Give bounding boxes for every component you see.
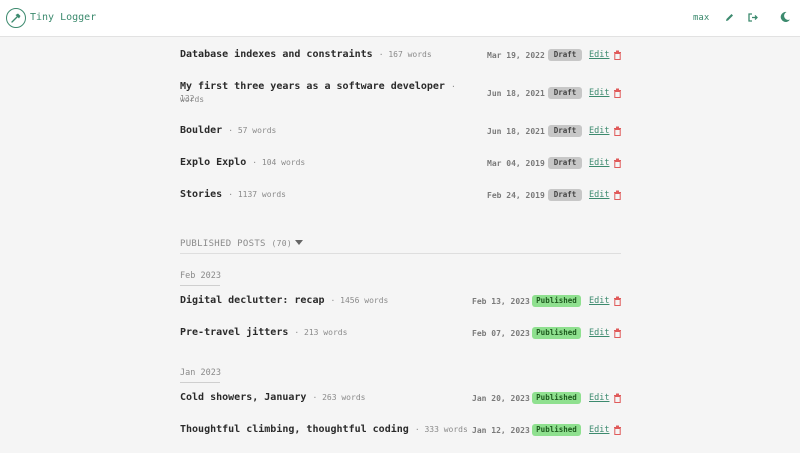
status-badge: Published [532, 295, 581, 307]
app-title[interactable]: Tiny Logger [30, 12, 96, 23]
post-title[interactable]: Boulder · 57 words [180, 125, 276, 136]
post-title[interactable]: Thoughtful climbing, thoughtful coding ·… [180, 424, 468, 435]
trash-icon[interactable] [613, 190, 622, 200]
month-underline [180, 382, 220, 383]
word-count: · 1137 words [228, 190, 286, 199]
trash-icon[interactable] [613, 425, 622, 435]
trash-icon[interactable] [613, 126, 622, 136]
trash-icon[interactable] [613, 158, 622, 168]
word-count: · 167 words [378, 50, 432, 59]
post-title[interactable]: Cold showers, January · 263 words [180, 392, 365, 403]
post-date: Mar 04, 2019 [487, 159, 545, 168]
post-date: Mar 19, 2022 [487, 51, 545, 60]
logout-icon[interactable] [747, 11, 759, 23]
post-date: Jan 20, 2023 [472, 394, 530, 403]
published-heading-text: PUBLISHED POSTS [180, 239, 266, 249]
post-date: Feb 07, 2023 [472, 329, 530, 338]
status-badge: Published [532, 392, 581, 404]
post-title-text[interactable]: Database indexes and constraints [180, 49, 373, 60]
status-badge: Draft [548, 157, 582, 169]
word-count: · 333 words [414, 425, 468, 434]
user-link[interactable]: max [693, 13, 709, 23]
moon-icon[interactable] [779, 11, 791, 23]
edit-link[interactable]: Edit [589, 393, 609, 403]
edit-link[interactable]: Edit [589, 88, 609, 98]
status-badge: Draft [548, 125, 582, 137]
post-title-text[interactable]: Cold showers, January [180, 392, 306, 403]
word-count: · 104 words [252, 158, 306, 167]
word-count: · 57 words [228, 126, 277, 135]
caret-down-icon[interactable] [295, 240, 303, 245]
edit-link[interactable]: Edit [589, 328, 609, 338]
post-title[interactable]: Pre-travel jitters · 213 words [180, 327, 347, 338]
trash-icon[interactable] [613, 88, 622, 98]
post-date: Feb 24, 2019 [487, 191, 545, 200]
post-title-text[interactable]: Digital declutter: recap [180, 295, 325, 306]
word-count-wrap: words [180, 95, 205, 104]
post-title[interactable]: Stories · 1137 words [180, 189, 286, 200]
post-title[interactable]: Explo Explo · 104 words [180, 157, 305, 168]
post-date: Jun 18, 2021 [487, 127, 545, 136]
section-divider [180, 253, 621, 254]
published-count: (70) [271, 239, 292, 248]
post-title-text[interactable]: Thoughtful climbing, thoughtful coding [180, 424, 409, 435]
edit-link[interactable]: Edit [589, 190, 609, 200]
hammer-logo-icon[interactable] [6, 8, 26, 28]
post-title-text[interactable]: Pre-travel jitters [180, 327, 288, 338]
word-count: · 1456 words [330, 296, 389, 305]
month-heading: Jan 2023 [180, 368, 221, 378]
status-badge: Draft [548, 189, 582, 201]
status-badge: Published [532, 327, 581, 339]
trash-icon[interactable] [613, 328, 622, 338]
status-badge: Published [532, 424, 581, 436]
post-title-text[interactable]: Explo Explo [180, 157, 246, 168]
top-nav-bar: Tiny Logger max [0, 0, 800, 37]
status-badge: Draft [548, 49, 582, 61]
post-title[interactable]: Database indexes and constraints · 167 w… [180, 49, 432, 60]
word-count: · 263 words [312, 393, 366, 402]
published-posts-heading[interactable]: PUBLISHED POSTS (70) [180, 239, 292, 249]
post-date: Feb 13, 2023 [472, 297, 530, 306]
post-title[interactable]: Digital declutter: recap · 1456 words [180, 295, 388, 306]
post-title-text[interactable]: Stories [180, 189, 222, 200]
post-date: Jun 18, 2021 [487, 89, 545, 98]
edit-link[interactable]: Edit [589, 296, 609, 306]
trash-icon[interactable] [613, 50, 622, 60]
post-title[interactable]: My first three years as a software devel… [180, 81, 460, 105]
trash-icon[interactable] [613, 296, 622, 306]
edit-link[interactable]: Edit [589, 126, 609, 136]
edit-link[interactable]: Edit [589, 425, 609, 435]
edit-link[interactable]: Edit [589, 158, 609, 168]
word-count: · 213 words [294, 328, 348, 337]
post-date: Jan 12, 2023 [472, 426, 530, 435]
edit-link[interactable]: Edit [589, 50, 609, 60]
pencil-icon[interactable] [723, 11, 735, 23]
status-badge: Draft [548, 87, 582, 99]
post-title-text[interactable]: My first three years as a software devel… [180, 81, 445, 92]
trash-icon[interactable] [613, 393, 622, 403]
month-heading: Feb 2023 [180, 271, 221, 281]
post-title-text[interactable]: Boulder [180, 125, 222, 136]
month-underline [180, 285, 220, 286]
